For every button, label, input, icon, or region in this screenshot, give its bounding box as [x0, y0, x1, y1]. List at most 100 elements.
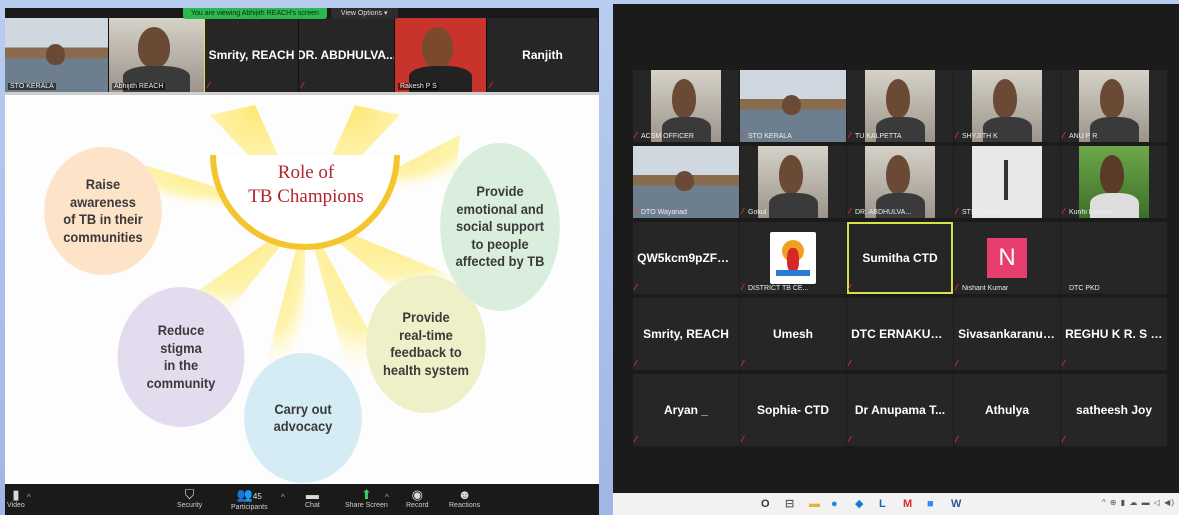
record-button[interactable]: ◉ Record	[406, 487, 429, 509]
gallery-tile[interactable]: QW5kcm9pZFN... ⁄	[633, 222, 739, 294]
strip-tile[interactable]: Rakesh P S	[395, 18, 487, 92]
participant-name: Ranjith	[522, 48, 563, 62]
gallery-tile[interactable]: Kunhi kannan ⁄	[1061, 146, 1167, 218]
gallery-tile[interactable]: SHYJITH K ⁄	[954, 70, 1060, 142]
muted-mic-icon: ⁄	[635, 131, 637, 140]
participant-label: DR. ABDHULVA...	[855, 209, 912, 216]
share-screen-icon: ⬆	[360, 487, 372, 502]
gallery-tile[interactable]: STO KERALA ⁄	[740, 70, 846, 142]
shield-icon: ⛉	[184, 487, 195, 502]
muted-mic-icon: ⁄	[742, 283, 744, 292]
video-feed	[865, 146, 935, 218]
muted-mic-icon: ⁄	[1063, 359, 1065, 368]
participant-label: Nishant Kumar	[962, 285, 1009, 292]
chat-icon: ▬	[305, 487, 319, 502]
participant-label: Abhijith REACH	[112, 83, 166, 90]
participant-label: ACSM OFFICER	[641, 133, 694, 140]
muted-mic-icon: ⁄	[849, 207, 851, 216]
record-icon: ◉	[411, 487, 423, 502]
share-screen-button[interactable]: ⬆ Share Screen	[345, 487, 388, 509]
gallery-tile[interactable]: DR. ABDHULVA... ⁄	[847, 146, 953, 218]
right-zoom-window: ACSM OFFICER ⁄ STO KERALA ⁄ TU KALPETTA ⁄ SHYJ…	[613, 4, 1179, 515]
avatar: N	[987, 238, 1027, 278]
viewing-screen-label: You are viewing Abhijith REACH's screen	[183, 8, 327, 19]
video-feed	[1079, 70, 1149, 142]
participant-label: DTC PKD	[1069, 285, 1100, 292]
strip-tile[interactable]: Ranjith ⁄	[487, 18, 599, 92]
task-view-icon[interactable]: ⊟	[785, 497, 794, 511]
strip-tile[interactable]: STO KERALA	[5, 18, 109, 92]
video-button[interactable]: ▮ Video	[7, 487, 25, 509]
gallery-tile[interactable]: ANU P R ⁄	[1061, 70, 1167, 142]
windows-taskbar: ^ ⊕ ▮ ☁ ▬ ◁ ◀) O ⊟ ▬ ● ◆ L M ■ W	[613, 493, 1179, 515]
chat-button[interactable]: ▬ Chat	[305, 487, 320, 509]
gallery-tile[interactable]: TU KALPETTA ⁄	[847, 70, 953, 142]
gallery-tile[interactable]: N Nishant Kumar ⁄	[954, 222, 1060, 294]
view-options-button[interactable]: View Options ▾	[330, 8, 398, 19]
gallery-tile[interactable]: DISTRICT TB CE... ⁄	[740, 222, 846, 294]
app-l-icon[interactable]: L	[879, 497, 886, 511]
video-feed	[758, 146, 828, 218]
strip-tile[interactable]: Abhijith REACH	[109, 18, 205, 92]
video-options-caret[interactable]: ^	[27, 493, 31, 502]
strip-tile[interactable]: DR. ABDHULVA... ⁄	[299, 18, 395, 92]
gallery-tile[interactable]: Sophia- CTD ⁄	[740, 374, 846, 446]
participant-name: Umesh	[772, 327, 813, 341]
meeting-toolbar: ▮ Video ^ ⛉ Security 👥45 Participants ^ …	[5, 484, 599, 515]
participant-name: QW5kcm9pZFN...	[637, 251, 736, 265]
file-explorer-icon[interactable]: ▬	[809, 497, 820, 511]
store-icon[interactable]: ◆	[855, 497, 863, 511]
slide-title: Role of TB Champions	[248, 162, 364, 207]
zoom-icon[interactable]: ■	[927, 497, 934, 511]
participants-label: Participants	[231, 504, 268, 511]
gallery-tile[interactable]: Gokul ⁄	[740, 146, 846, 218]
participant-name: Smrity, REACH	[208, 48, 295, 62]
gallery-tile[interactable]: Dr Anupama T... ⁄	[847, 374, 953, 446]
bubble-raise-awareness: Raise awareness of TB in their communiti…	[44, 147, 162, 275]
muted-mic-icon: ⁄	[1063, 131, 1065, 140]
muted-mic-icon: ⁄	[849, 359, 851, 368]
shared-slide: Role of TB Champions Raise awareness of …	[5, 92, 599, 484]
participants-options-caret[interactable]: ^	[281, 493, 285, 502]
gallery-tile[interactable]: DTC ERNAKULAM ⁄	[847, 298, 953, 370]
record-label: Record	[406, 502, 429, 509]
muted-mic-icon: ⁄	[490, 81, 492, 90]
gallery-tile[interactable]: ACSM OFFICER ⁄	[633, 70, 739, 142]
gallery-tile[interactable]: Aryan _ ⁄	[633, 374, 739, 446]
participant-label: STO KERALA	[748, 133, 792, 140]
gallery-tile[interactable]: DTO Wayanad ⁄	[633, 146, 739, 218]
gallery-tile[interactable]: Smrity, REACH ⁄	[633, 298, 739, 370]
participant-count: 45	[252, 492, 262, 501]
participant-label: ANU P R	[1069, 133, 1098, 140]
gallery-tile[interactable]: satheesh Joy ⁄	[1061, 374, 1167, 446]
gallery-tile[interactable]: Sumitha CTD ⁄	[847, 222, 953, 294]
participants-icon: 👥45	[236, 487, 262, 502]
word-icon[interactable]: W	[951, 497, 961, 511]
organization-logo-icon	[770, 232, 816, 284]
strip-tile[interactable]: Smrity, REACH ⁄	[205, 18, 299, 92]
search-icon[interactable]: O	[761, 497, 770, 511]
reactions-button[interactable]: ☻ Reactions	[449, 487, 480, 509]
chrome-icon[interactable]: ●	[831, 497, 838, 511]
gallery-tile[interactable]: DTC PKD	[1061, 222, 1167, 294]
gallery-tile[interactable]: Athulya ⁄	[954, 374, 1060, 446]
video-feed	[633, 146, 739, 218]
participants-button[interactable]: 👥45 Participants	[231, 487, 268, 511]
participant-name: Sumitha CTD	[862, 251, 938, 265]
muted-mic-icon: ⁄	[849, 283, 851, 292]
system-tray[interactable]: ^ ⊕ ▮ ☁ ▬ ◁ ◀)	[1102, 498, 1175, 507]
share-banner: You are viewing Abhijith REACH's screen …	[183, 8, 398, 19]
share-options-caret[interactable]: ^	[385, 493, 389, 502]
participant-name: Dr Anupama T...	[854, 403, 946, 417]
gmail-icon[interactable]: M	[903, 497, 912, 511]
security-button[interactable]: ⛉ Security	[177, 487, 202, 509]
video-feed	[740, 70, 846, 142]
gallery-tile[interactable]: Umesh ⁄	[740, 298, 846, 370]
gallery-tile[interactable]: REGHU K R. S T... ⁄	[1061, 298, 1167, 370]
muted-mic-icon: ⁄	[956, 207, 958, 216]
participant-label: Kunhi kannan	[1069, 209, 1112, 216]
video-feed	[972, 70, 1042, 142]
muted-mic-icon: ⁄	[208, 81, 210, 90]
gallery-tile[interactable]: Sivasankaranuc... ⁄	[954, 298, 1060, 370]
gallery-tile[interactable]: STS Bathery ⁄	[954, 146, 1060, 218]
